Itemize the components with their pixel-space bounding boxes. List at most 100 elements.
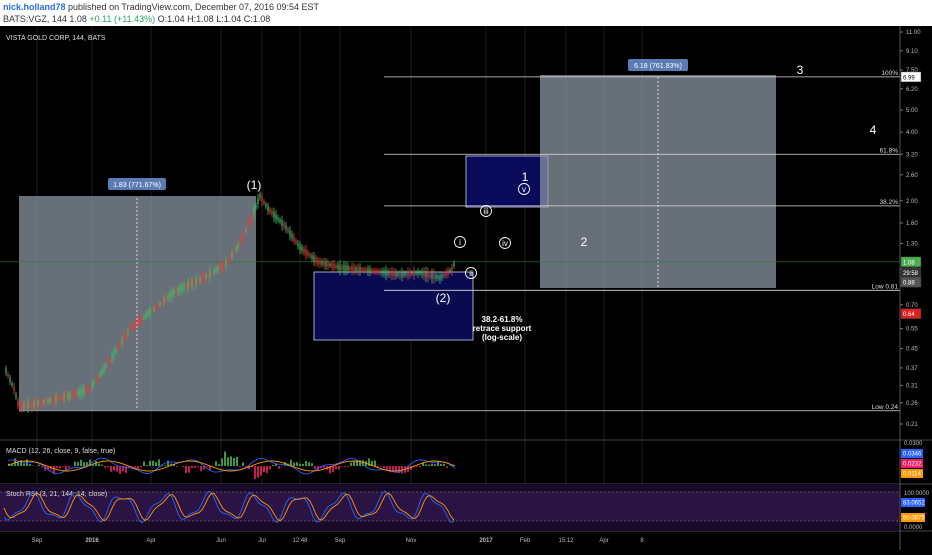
- price-candle: [183, 285, 184, 290]
- macd-histogram-bar: [380, 466, 382, 467]
- price-candle: [249, 219, 250, 224]
- y-tick-label: 11.00: [906, 30, 921, 36]
- price-candle: [85, 388, 86, 393]
- change-value: +0.11 (+11.43%): [89, 14, 155, 24]
- price-candle: [389, 271, 390, 275]
- fib-label: Low 0.24: [872, 404, 899, 411]
- price-candle: [353, 266, 354, 271]
- price-candle: [51, 398, 52, 402]
- price-candle: [151, 309, 152, 312]
- chart-svg[interactable]: VISTA GOLD CORP, 144, BATS 100%61.8%38.2…: [0, 26, 932, 550]
- macd-histogram-bar: [440, 464, 442, 466]
- price-candle: [241, 237, 242, 241]
- price-candle: [359, 267, 360, 272]
- macd-histogram-bar: [29, 464, 31, 466]
- y-tick-label: 0.37: [906, 366, 918, 372]
- price-candle: [237, 244, 238, 248]
- macd-histogram-bar: [383, 466, 385, 468]
- macd-histogram-bar: [38, 465, 40, 466]
- price-candle: [293, 236, 294, 241]
- macd-histogram-bar: [344, 466, 346, 467]
- chart-area[interactable]: VISTA GOLD CORP, 144, BATS 100%61.8%38.2…: [0, 26, 932, 550]
- price-candle: [245, 229, 246, 232]
- stoch-tick-top: 100.0000: [904, 491, 930, 497]
- fib-label: 61.8%: [880, 147, 899, 154]
- price-candle: [425, 271, 426, 277]
- macd-histogram-bar: [314, 466, 316, 469]
- price-candle: [401, 272, 402, 277]
- macd-histogram-bar: [113, 466, 115, 471]
- macd-histogram-bar: [98, 463, 100, 466]
- macd-histogram-bar: [260, 466, 262, 476]
- retrace-box[interactable]: [314, 272, 473, 340]
- author-link[interactable]: nick.holland78: [3, 2, 66, 12]
- price-candle: [231, 253, 232, 257]
- macd-histogram-bar: [431, 464, 433, 466]
- price-candle: [63, 394, 64, 399]
- price-candle: [281, 220, 282, 226]
- macd-histogram-bar: [116, 466, 118, 472]
- macd-histogram-bar: [140, 466, 142, 467]
- price-candle: [47, 400, 48, 403]
- macd-histogram-bar: [164, 465, 166, 466]
- price-candle: [77, 391, 78, 394]
- price-candle: [165, 297, 166, 301]
- x-tick-label: Nov: [406, 538, 417, 544]
- macd-histogram-bar: [188, 466, 190, 473]
- price-candle: [87, 388, 88, 392]
- price-candle: [329, 264, 330, 266]
- price-candle: [343, 265, 344, 271]
- price-candle: [179, 287, 180, 292]
- macd-tick: 0.0300: [904, 441, 923, 447]
- price-tag-label: 6.99: [903, 75, 915, 81]
- price-candle: [103, 366, 104, 371]
- price-candle: [221, 264, 222, 270]
- price-candle: [447, 270, 448, 274]
- price-candle: [433, 273, 434, 279]
- price-candle: [291, 234, 292, 238]
- price-candle: [173, 290, 174, 294]
- price-candle: [23, 404, 24, 409]
- price-candle: [7, 374, 8, 377]
- price-candle: [89, 387, 90, 390]
- price-candle: [253, 209, 254, 214]
- price-candle: [283, 223, 284, 227]
- price-candle: [187, 282, 188, 288]
- y-tick-label: 1.60: [906, 221, 918, 227]
- measure-box-1[interactable]: [19, 196, 256, 410]
- price-candle: [431, 273, 432, 279]
- price-candle: [357, 267, 358, 272]
- macd-histogram-bar: [41, 466, 43, 467]
- price-candle: [167, 296, 168, 299]
- price-candle: [25, 404, 26, 407]
- price-candle: [109, 359, 110, 361]
- price-candle: [299, 245, 300, 250]
- price-candle: [411, 272, 412, 274]
- price-candle: [211, 271, 212, 274]
- price-candle: [391, 271, 392, 276]
- price-candle: [325, 262, 326, 267]
- macd-histogram-bar: [197, 466, 199, 467]
- price-candle: [323, 261, 324, 266]
- price-candle: [233, 250, 234, 254]
- macd-histogram-bar: [434, 464, 436, 466]
- price-candle: [287, 229, 288, 232]
- price-candle: [443, 274, 444, 277]
- macd-histogram-bar: [155, 462, 157, 466]
- fib-label: 100%: [881, 70, 898, 77]
- price-candle: [5, 368, 6, 372]
- price-candle: [139, 318, 140, 322]
- price-candle: [83, 388, 84, 393]
- price-candle: [177, 288, 178, 292]
- price-candle: [125, 333, 126, 337]
- price-candle: [107, 360, 108, 366]
- wave-box[interactable]: [466, 156, 548, 207]
- macd-histogram-bar: [419, 466, 421, 467]
- subwave-iv: iv: [502, 239, 508, 248]
- price-candle: [39, 401, 40, 405]
- price-candle: [149, 310, 150, 315]
- macd-histogram-bar: [101, 465, 103, 466]
- price-candle: [121, 339, 122, 344]
- price-candle: [273, 212, 274, 218]
- price-candle: [147, 312, 148, 316]
